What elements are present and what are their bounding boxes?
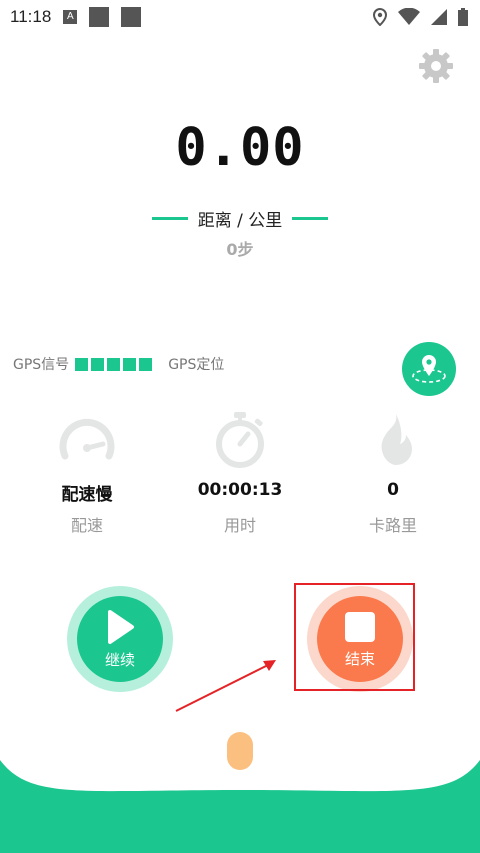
pace-value: 配速慢: [61, 485, 113, 505]
gps-signal-bars: [75, 357, 153, 371]
speedometer-icon: [59, 418, 115, 460]
stat-duration: 00:00:13 用时: [170, 410, 310, 536]
status-time: 11:18: [10, 7, 52, 26]
step-count: 0步: [226, 240, 254, 259]
gps-signal-bar: [107, 357, 121, 371]
flame-icon: [381, 414, 412, 465]
map-pin-icon: [412, 355, 446, 383]
divider: [151, 217, 188, 220]
location-icon: [372, 8, 388, 26]
continue-button[interactable]: 继续: [67, 586, 173, 692]
gps-signal-bar: [75, 357, 89, 371]
battery-icon: [458, 8, 468, 26]
duration-label: 用时: [223, 516, 256, 535]
distance-value: 0.00: [175, 118, 305, 178]
stat-pace: 配速慢 配速: [17, 410, 157, 536]
gps-signal-bar: [123, 357, 137, 371]
calories-label: 卡路里: [368, 516, 417, 535]
gps-locate-button[interactable]: [402, 342, 456, 396]
bottom-decoration: [0, 760, 480, 853]
signal-icon: [431, 9, 447, 25]
notification-icon: [121, 7, 142, 27]
gps-signal-label: GPS信号: [13, 357, 70, 373]
gear-icon[interactable]: [418, 48, 454, 84]
status-bar: 11:18 A: [0, 0, 480, 34]
wifi-icon: [398, 8, 420, 25]
gps-row: GPS信号 GPS定位: [13, 354, 224, 374]
notification-a-icon: A: [63, 10, 78, 24]
continue-button-face[interactable]: 继续: [77, 596, 163, 682]
calories-value: 0: [387, 480, 399, 500]
gps-signal-bar: [91, 357, 105, 371]
gps-locate-label: GPS定位: [168, 357, 225, 373]
play-icon: [108, 609, 134, 644]
pace-label: 配速: [70, 516, 103, 535]
duration-value: 00:00:13: [197, 480, 283, 500]
highlight-box: [294, 583, 415, 691]
gps-signal-bar: [139, 357, 153, 371]
stat-calories: 0 卡路里: [323, 410, 463, 536]
notification-icon: [89, 7, 110, 27]
divider: [292, 217, 329, 220]
distance-label: 距离 / 公里: [197, 211, 283, 231]
annotation-arrow: [175, 660, 276, 712]
distance-label-row: 距离 / 公里: [0, 206, 480, 231]
continue-label: 继续: [104, 650, 135, 669]
stopwatch-icon: [216, 412, 264, 468]
